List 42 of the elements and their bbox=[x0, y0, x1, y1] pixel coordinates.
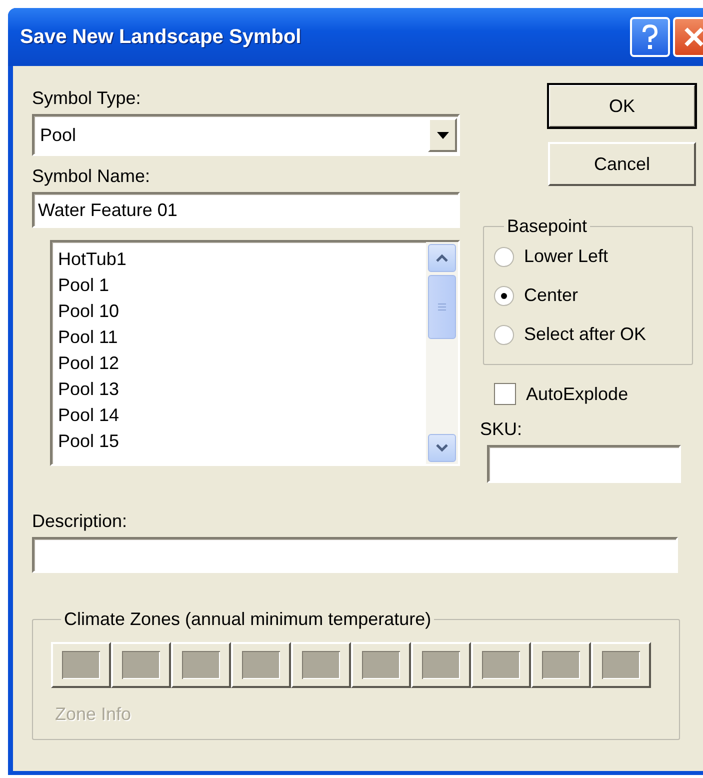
radio-label[interactable]: Center bbox=[524, 285, 578, 306]
grip-icon bbox=[437, 302, 447, 312]
radio-button[interactable] bbox=[494, 246, 514, 266]
group-title: Climate Zones (annual minimum temperature) bbox=[63, 609, 432, 630]
list-item[interactable]: Pool 13 bbox=[58, 376, 426, 402]
close-button[interactable] bbox=[673, 17, 703, 57]
symbol-list[interactable]: HotTub1 Pool 1 Pool 10 Pool 11 Pool 12 Pool 13 Pool 14 Pool 15 bbox=[50, 240, 460, 466]
radio-label[interactable]: Select after OK bbox=[524, 324, 646, 345]
radio-label[interactable]: Lower Left bbox=[524, 246, 608, 267]
symbol-name-label: Symbol Name: bbox=[32, 165, 152, 188]
close-icon bbox=[683, 26, 703, 48]
dropdown-button[interactable] bbox=[428, 118, 457, 152]
symbol-type-label: Symbol Type: bbox=[32, 87, 142, 110]
dialog-button[interactable]: Cancel bbox=[548, 142, 696, 186]
checkbox-label[interactable]: AutoExplode bbox=[526, 384, 628, 404]
group-title: Basepoint bbox=[506, 216, 588, 237]
scroll-down-button[interactable] bbox=[428, 434, 456, 462]
help-button[interactable] bbox=[630, 17, 670, 57]
list-item[interactable]: Pool 15 bbox=[58, 428, 426, 454]
list-item[interactable]: Pool 14 bbox=[58, 402, 426, 428]
checkbox[interactable] bbox=[494, 383, 516, 405]
list-item[interactable]: Pool 11 bbox=[58, 324, 426, 350]
symbol-name-field[interactable]: Water Feature 01 bbox=[32, 192, 460, 228]
help-icon bbox=[640, 24, 660, 50]
sku-label: SKU: bbox=[480, 418, 524, 441]
list-item[interactable]: Pool 12 bbox=[58, 350, 426, 376]
sku-field[interactable] bbox=[487, 445, 681, 483]
scroll-thumb[interactable] bbox=[428, 275, 456, 339]
list-item[interactable]: HotTub1 bbox=[58, 246, 426, 272]
scroll-up-button[interactable] bbox=[428, 244, 456, 272]
radio-button[interactable] bbox=[494, 286, 514, 306]
list-item[interactable]: Pool 1 bbox=[58, 272, 426, 298]
list-item[interactable]: Pool 10 bbox=[58, 298, 426, 324]
zone-info-label: Zone Info bbox=[55, 704, 132, 725]
radio-button[interactable] bbox=[494, 324, 514, 344]
symbol-type-dropdown[interactable]: Pool bbox=[32, 114, 460, 156]
caret-icon bbox=[436, 132, 448, 138]
description-label: Description: bbox=[32, 510, 128, 533]
dialog-button[interactable]: OK bbox=[548, 84, 696, 128]
scrollbar[interactable] bbox=[426, 242, 458, 464]
window-title: Save New Landscape Symbol bbox=[20, 26, 302, 48]
description-field[interactable] bbox=[32, 537, 678, 573]
